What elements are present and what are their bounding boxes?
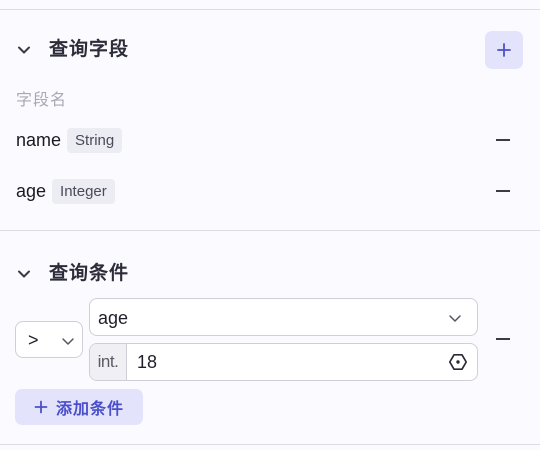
hexagon-icon[interactable] [448,352,468,372]
add-field-button[interactable] [485,31,523,69]
plus-icon [34,400,48,414]
field-row: name String [16,126,123,154]
plus-icon [497,43,511,57]
chevron-down-icon[interactable] [16,42,32,58]
condition-field-value: age [98,308,129,328]
chevron-down-icon [449,315,461,322]
remove-field-button[interactable] [494,131,512,149]
query-conditions-header[interactable]: 查询条件 [0,254,540,294]
operator-value: > [28,330,39,350]
add-condition-button[interactable]: 添加条件 [15,389,143,425]
query-fields-header[interactable]: 查询字段 [0,30,540,70]
condition-value[interactable]: 18 [137,352,157,373]
operator-select[interactable]: > [15,321,83,358]
section-divider [0,230,540,231]
minus-icon [496,139,510,141]
remove-field-button[interactable] [494,182,512,200]
chevron-down-icon [62,338,74,345]
minus-icon [496,338,510,340]
field-name-caption: 字段名 [16,92,68,109]
minus-icon [496,190,510,192]
value-type-prefix[interactable]: int. [90,344,127,380]
condition-value-input[interactable]: int. 18 [89,343,478,381]
field-name: age [16,180,47,201]
field-name: name [16,129,62,150]
field-row: age Integer [16,177,115,205]
field-type-tag: String [67,127,123,153]
query-fields-title: 查询字段 [49,39,130,60]
bottom-divider [0,444,540,445]
remove-condition-button[interactable] [494,330,512,348]
field-type-tag: Integer [52,178,115,204]
top-divider [0,9,540,10]
query-conditions-title: 查询条件 [49,263,130,284]
add-condition-label: 添加条件 [55,401,124,418]
condition-field-select[interactable]: age [89,298,478,336]
chevron-down-icon[interactable] [16,266,32,282]
